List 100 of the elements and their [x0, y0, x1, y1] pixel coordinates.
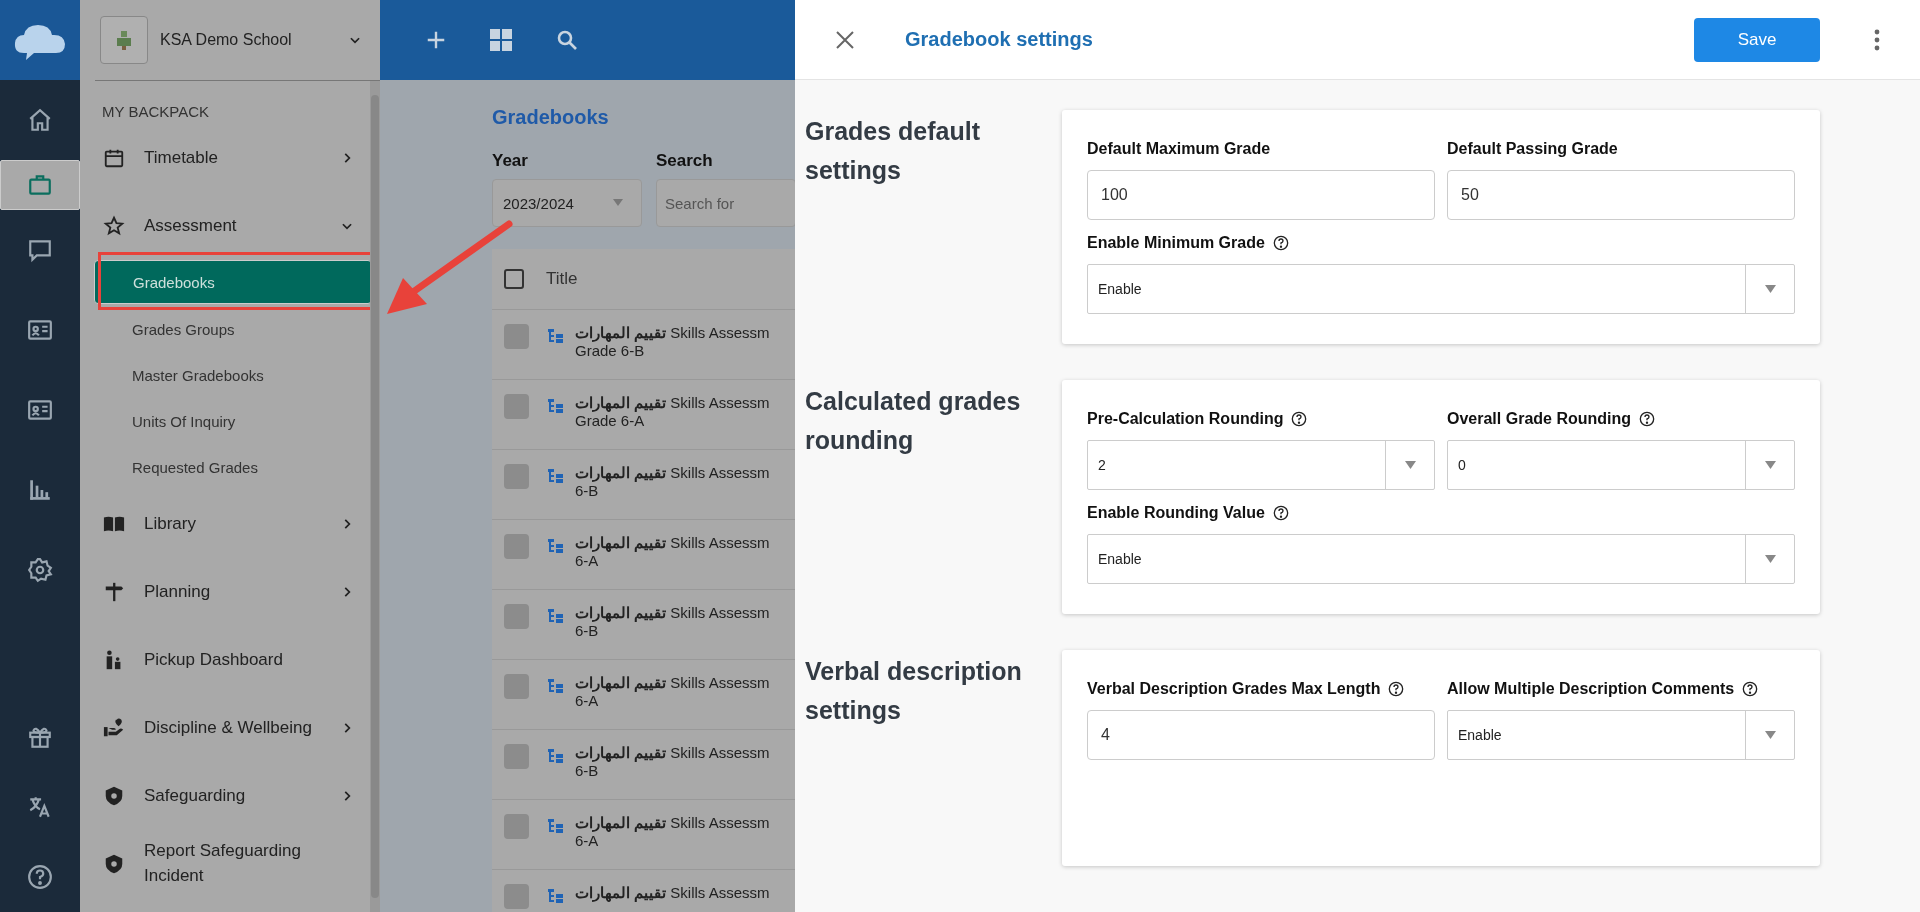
- help-icon[interactable]: [1272, 505, 1289, 521]
- menu-item[interactable]: Timetable: [80, 124, 370, 192]
- field-label: Year: [492, 151, 529, 171]
- dropdown-arrow-icon: [613, 199, 623, 207]
- submenu-item[interactable]: Master Gradebooks: [114, 352, 360, 398]
- checkbox[interactable]: [504, 814, 529, 839]
- menu-item[interactable]: Pickup Dashboard: [80, 626, 370, 694]
- hierarchy-icon: [547, 817, 565, 835]
- field-label: Default Maximum Grade: [1087, 140, 1271, 158]
- dropdown-field[interactable]: 0: [1447, 440, 1795, 490]
- school-logo-icon: [100, 16, 148, 64]
- year-dropdown[interactable]: 2023/2024: [492, 179, 642, 227]
- hierarchy-icon: [547, 747, 565, 765]
- field-label: Enable Rounding Value: [1087, 504, 1265, 522]
- submenu-item[interactable]: Units Of Inquiry: [114, 398, 360, 444]
- dropdown-arrow-icon: [1764, 555, 1776, 563]
- field-label: Verbal Description Grades Max Length: [1087, 680, 1381, 698]
- help-icon[interactable]: [1291, 411, 1308, 427]
- checkbox[interactable]: [504, 604, 529, 629]
- school-selector[interactable]: KSA Demo School: [95, 0, 380, 81]
- gradebook-subtitle: 6-B: [575, 622, 600, 639]
- input-field[interactable]: 4: [1087, 710, 1435, 760]
- id-card-icon: [26, 397, 54, 423]
- dropdown-field[interactable]: Enable: [1087, 264, 1795, 314]
- field-label: Overall Grade Rounding: [1447, 410, 1632, 428]
- checkbox[interactable]: [504, 269, 524, 289]
- checkbox[interactable]: [504, 534, 529, 559]
- dropdown-field[interactable]: 2: [1087, 440, 1435, 490]
- gradebook-subtitle: 6-A: [575, 832, 600, 849]
- submenu-item[interactable]: Gradebooks: [94, 260, 372, 304]
- home-icon: [27, 107, 53, 133]
- page-title: Gradebooks: [492, 106, 610, 129]
- dropdown-field[interactable]: Enable: [1447, 710, 1795, 760]
- dropdown-field[interactable]: Enable: [1087, 534, 1795, 584]
- section-title: Grades default settings: [805, 116, 982, 186]
- checkbox[interactable]: [504, 674, 529, 699]
- column-header: Title: [546, 269, 578, 289]
- search-field[interactable]: Search for: [656, 179, 795, 227]
- briefcase-icon: [27, 172, 53, 198]
- submenu-item[interactable]: Requested Grades: [114, 444, 360, 490]
- gradebook-subtitle: 6-A: [575, 692, 600, 709]
- rail-item[interactable]: [0, 160, 80, 210]
- panel-title: Gradebook settings: [905, 28, 1094, 51]
- menu-item[interactable]: Library: [80, 490, 370, 558]
- gradebook-subtitle: Grade 6-A: [575, 412, 646, 429]
- dropdown-arrow-icon: [1764, 731, 1776, 739]
- input-field[interactable]: 50: [1447, 170, 1795, 220]
- checkbox[interactable]: [504, 884, 529, 909]
- hierarchy-icon: [547, 607, 565, 625]
- grid-icon[interactable]: [489, 28, 513, 52]
- shield-icon: [103, 785, 125, 807]
- id-card-icon: [26, 317, 54, 343]
- menu-item[interactable]: Assessment: [80, 192, 370, 260]
- help-icon[interactable]: [1742, 681, 1759, 697]
- help-icon[interactable]: [1388, 681, 1405, 697]
- chat-icon: [27, 237, 53, 263]
- bar-chart-icon: [27, 477, 53, 503]
- dropdown-arrow-icon: [1404, 461, 1416, 469]
- hierarchy-icon: [547, 397, 565, 415]
- save-button[interactable]: Save: [1694, 17, 1820, 62]
- signpost-icon: [103, 581, 125, 603]
- shield-icon: [103, 853, 125, 875]
- field-label: Allow Multiple Description Comments: [1447, 680, 1735, 698]
- checkbox[interactable]: [504, 324, 529, 349]
- menu-item[interactable]: Discipline & Wellbeing: [80, 694, 370, 762]
- help-icon[interactable]: [1639, 411, 1656, 427]
- calendar-icon: [103, 147, 125, 169]
- dropdown-arrow-icon: [1764, 461, 1776, 469]
- field-label: Default Passing Grade: [1447, 140, 1618, 158]
- plus-icon[interactable]: [425, 29, 447, 51]
- more-icon[interactable]: [1874, 28, 1880, 51]
- gradebook-subtitle: Grade 6-B: [575, 342, 646, 359]
- hierarchy-icon: [547, 677, 565, 695]
- menu-item[interactable]: Report Safeguarding Incident: [80, 830, 370, 898]
- input-field[interactable]: 100: [1087, 170, 1435, 220]
- gradebook-subtitle: 6-B: [575, 482, 600, 499]
- checkbox[interactable]: [504, 744, 529, 769]
- help-icon[interactable]: [1272, 235, 1289, 251]
- field-label: Search: [656, 151, 714, 171]
- menu-item[interactable]: Safeguarding: [80, 762, 370, 830]
- gradebook-subtitle: 6-A: [575, 552, 600, 569]
- field-label: Enable Minimum Grade: [1087, 234, 1265, 252]
- menu-item[interactable]: Planning: [80, 558, 370, 626]
- submenu-item[interactable]: Grades Groups: [114, 306, 360, 352]
- hierarchy-icon: [547, 537, 565, 555]
- star-icon: [103, 215, 125, 237]
- help-icon[interactable]: [27, 864, 53, 890]
- dropdown-arrow-icon: [1764, 285, 1776, 293]
- section-title: Calculated grades rounding: [805, 386, 1022, 456]
- section-title: Verbal description settings: [805, 656, 1023, 726]
- field-label: Pre-Calculation Rounding: [1087, 410, 1284, 428]
- hierarchy-icon: [547, 887, 565, 905]
- search-icon[interactable]: [555, 28, 579, 52]
- hierarchy-icon: [547, 327, 565, 345]
- checkbox[interactable]: [504, 464, 529, 489]
- heart-hand-icon: [103, 717, 125, 739]
- close-icon[interactable]: [835, 29, 855, 50]
- settings-icon: [27, 557, 53, 583]
- checkbox[interactable]: [504, 394, 529, 419]
- scrollbar[interactable]: [370, 81, 380, 912]
